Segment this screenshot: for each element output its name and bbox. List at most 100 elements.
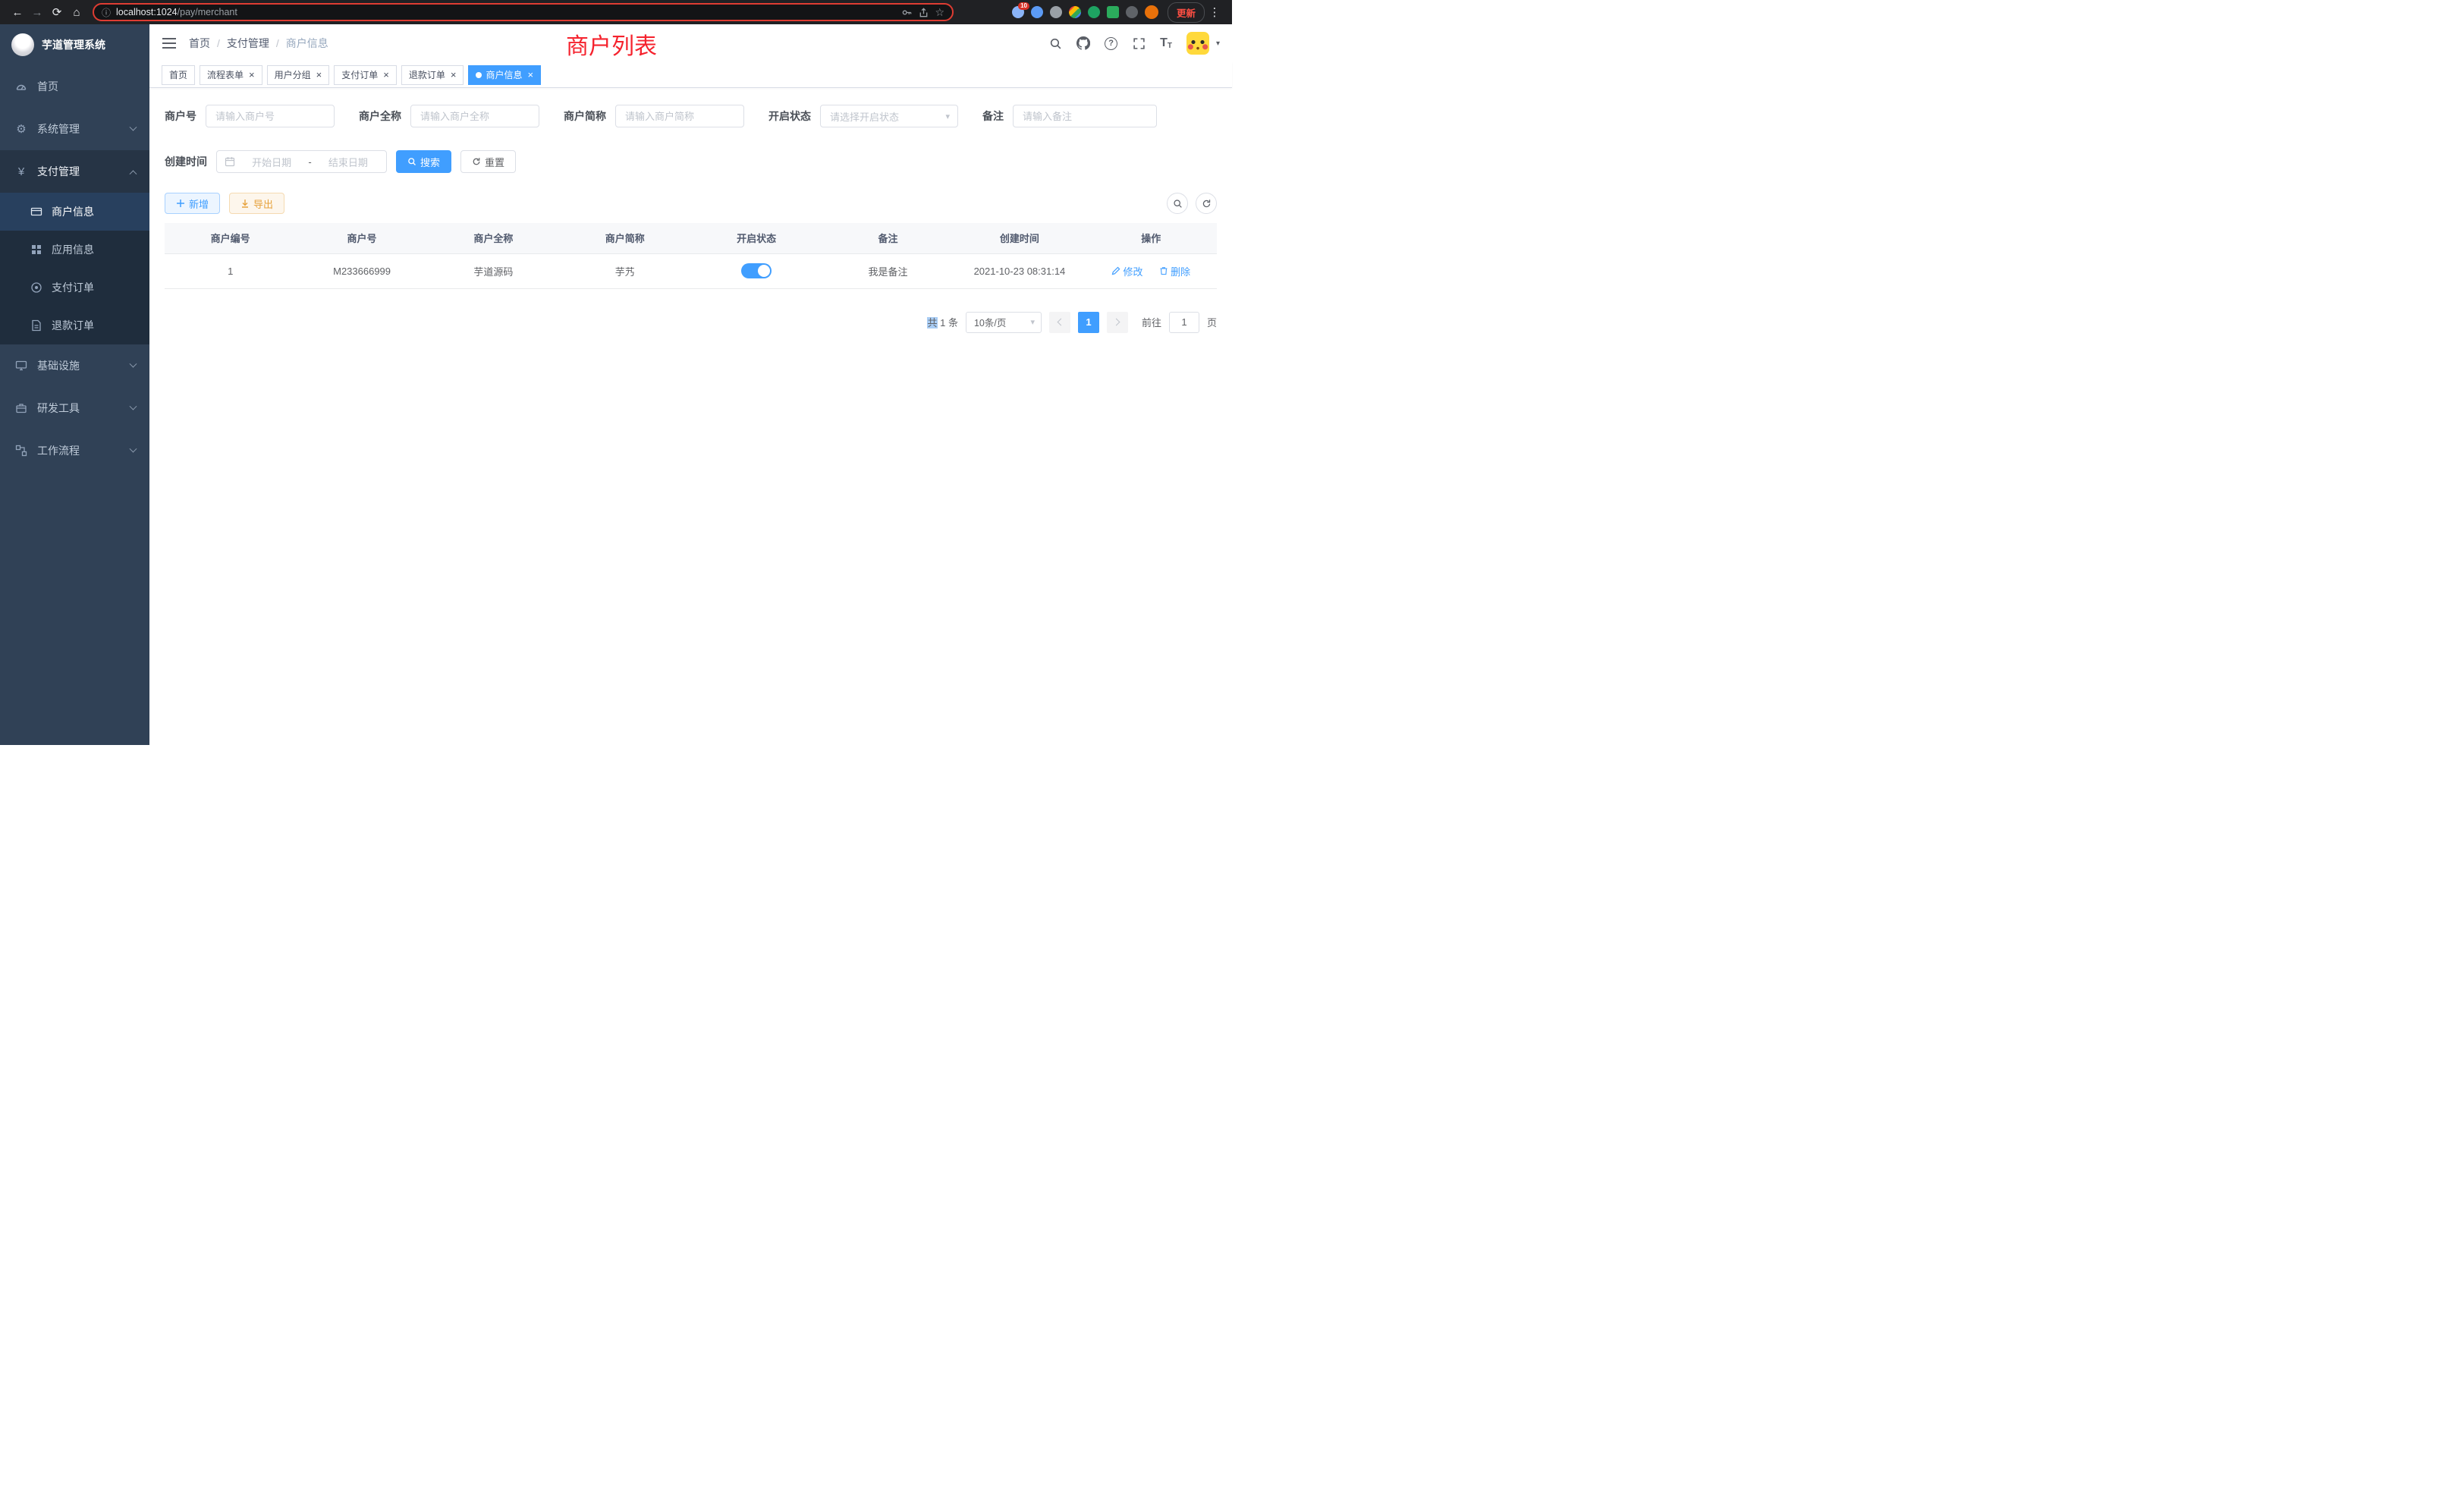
- breadcrumb-payment[interactable]: 支付管理: [227, 36, 269, 51]
- site-info-icon[interactable]: ⓘ: [102, 6, 111, 19]
- close-icon[interactable]: ×: [249, 70, 255, 80]
- help-icon[interactable]: ?: [1105, 37, 1117, 50]
- hamburger-icon[interactable]: [162, 37, 177, 49]
- url-path: /pay/merchant: [178, 7, 237, 17]
- extension-icon[interactable]: [1107, 6, 1119, 18]
- update-button[interactable]: 更新: [1168, 2, 1205, 23]
- trash-icon: [1159, 266, 1168, 275]
- table-header-row: 商户编号 商户号 商户全称 商户简称 开启状态 备注 创建时间 操作: [165, 223, 1217, 253]
- overflow-menu-icon[interactable]: ⋮: [1205, 2, 1224, 22]
- forward-icon[interactable]: →: [27, 2, 47, 22]
- yen-icon: ¥: [15, 165, 27, 178]
- cell-short-name: 芋艿: [559, 253, 690, 288]
- sidebar-item-app-info[interactable]: 应用信息: [0, 231, 149, 269]
- toolbox-icon: [15, 402, 27, 414]
- plus-icon: [176, 199, 185, 208]
- extension-icon[interactable]: [1050, 6, 1062, 18]
- extension-icon[interactable]: [1031, 6, 1043, 18]
- sidebar-item-infrastructure[interactable]: 基础设施: [0, 344, 149, 387]
- reset-button[interactable]: 重置: [460, 150, 516, 173]
- calendar-icon: [225, 156, 235, 167]
- search-button[interactable]: 搜索: [396, 150, 451, 173]
- tab-process-form[interactable]: 流程表单×: [200, 65, 262, 85]
- navbar-actions: ? TT ▾: [1048, 32, 1220, 55]
- breadcrumb-home[interactable]: 首页: [189, 36, 210, 51]
- next-page-button[interactable]: [1107, 312, 1128, 333]
- sidebar-item-system[interactable]: ⚙ 系统管理: [0, 108, 149, 150]
- close-icon[interactable]: ×: [451, 70, 457, 80]
- tab-user-group[interactable]: 用户分组×: [267, 65, 330, 85]
- reload-icon[interactable]: ⟳: [47, 2, 67, 22]
- col-remark: 备注: [822, 223, 954, 253]
- close-icon[interactable]: ×: [383, 70, 389, 80]
- github-icon[interactable]: [1076, 36, 1090, 50]
- sidebar-item-payment[interactable]: ¥ 支付管理: [0, 150, 149, 193]
- sidebar-item-label: 商户信息: [52, 204, 94, 219]
- address-bar[interactable]: ⓘ localhost:1024/pay/merchant ☆: [93, 3, 954, 21]
- card-icon: [30, 206, 42, 218]
- goto-page-input[interactable]: [1169, 312, 1199, 333]
- app-logo[interactable]: 芋道管理系统: [0, 24, 149, 65]
- edit-link[interactable]: 修改: [1111, 264, 1142, 278]
- extension-icon[interactable]: [1126, 6, 1138, 18]
- url-text[interactable]: localhost:1024/pay/merchant: [116, 7, 237, 17]
- remark-input[interactable]: [1013, 105, 1157, 127]
- user-avatar[interactable]: [1186, 32, 1209, 55]
- back-icon[interactable]: ←: [8, 2, 27, 22]
- merchant-no-label: 商户号: [165, 108, 196, 124]
- tab-home[interactable]: 首页: [162, 65, 195, 85]
- merchant-short-input[interactable]: [615, 105, 744, 127]
- share-icon[interactable]: [918, 7, 929, 18]
- add-button[interactable]: 新增: [165, 193, 220, 214]
- font-size-icon[interactable]: TT: [1160, 36, 1172, 50]
- sidebar-item-refund-order[interactable]: 退款订单: [0, 306, 149, 344]
- sidebar-item-dev-tools[interactable]: 研发工具: [0, 387, 149, 429]
- sidebar-item-label: 研发工具: [37, 401, 80, 416]
- sidebar-item-pay-order[interactable]: 支付订单: [0, 269, 149, 306]
- extension-icon[interactable]: 10: [1012, 6, 1024, 18]
- merchant-no-input[interactable]: [206, 105, 335, 127]
- export-button[interactable]: 导出: [229, 193, 284, 214]
- caret-down-icon[interactable]: ▾: [1216, 39, 1220, 48]
- search-icon[interactable]: [1048, 36, 1062, 50]
- close-icon[interactable]: ×: [527, 70, 533, 80]
- delete-link[interactable]: 删除: [1159, 264, 1190, 278]
- merchant-name-input[interactable]: [410, 105, 539, 127]
- extension-icon[interactable]: [1069, 6, 1081, 18]
- status-toggle[interactable]: [741, 263, 772, 278]
- extension-icon[interactable]: [1088, 6, 1100, 18]
- prev-page-button[interactable]: [1049, 312, 1070, 333]
- sidebar-item-label: 首页: [37, 79, 58, 94]
- refresh-table-button[interactable]: [1196, 193, 1217, 214]
- bookmark-star-icon[interactable]: ☆: [935, 6, 944, 19]
- tab-pay-order[interactable]: 支付订单×: [334, 65, 397, 85]
- key-icon[interactable]: [901, 7, 913, 18]
- status-select[interactable]: 请选择开启状态 ▾: [820, 105, 958, 127]
- tab-refund-order[interactable]: 退款订单×: [401, 65, 464, 85]
- chevron-down-icon: [130, 360, 137, 367]
- extensions-area: 10: [1012, 5, 1158, 19]
- app-title: 芋道管理系统: [42, 37, 105, 52]
- sidebar-item-workflow[interactable]: 工作流程: [0, 429, 149, 472]
- page-number-1[interactable]: 1: [1078, 312, 1099, 333]
- fullscreen-icon[interactable]: [1132, 36, 1146, 50]
- sidebar-item-merchant-info[interactable]: 商户信息: [0, 193, 149, 231]
- date-end-placeholder: 结束日期: [318, 155, 379, 169]
- home-icon[interactable]: ⌂: [67, 2, 86, 22]
- tab-merchant-info[interactable]: 商户信息×: [468, 65, 541, 85]
- sidebar-item-label: 应用信息: [52, 242, 94, 257]
- page-size-select[interactable]: 10条/页 ▾: [966, 312, 1042, 333]
- profile-avatar[interactable]: [1145, 5, 1158, 19]
- date-range-picker[interactable]: 开始日期 - 结束日期: [216, 150, 387, 173]
- merchant-table: 商户编号 商户号 商户全称 商户简称 开启状态 备注 创建时间 操作 1: [165, 223, 1217, 289]
- sidebar-item-home[interactable]: 首页: [0, 65, 149, 108]
- gear-icon: ⚙: [15, 123, 27, 135]
- create-time-label: 创建时间: [165, 154, 207, 169]
- breadcrumb-current: 商户信息: [286, 36, 328, 51]
- show-search-button[interactable]: [1167, 193, 1188, 214]
- logo-avatar: [11, 33, 34, 56]
- close-icon[interactable]: ×: [316, 70, 322, 80]
- table-mini-actions: [1167, 193, 1217, 214]
- breadcrumb-separator: /: [217, 37, 220, 49]
- chevron-right-icon: [1113, 319, 1120, 326]
